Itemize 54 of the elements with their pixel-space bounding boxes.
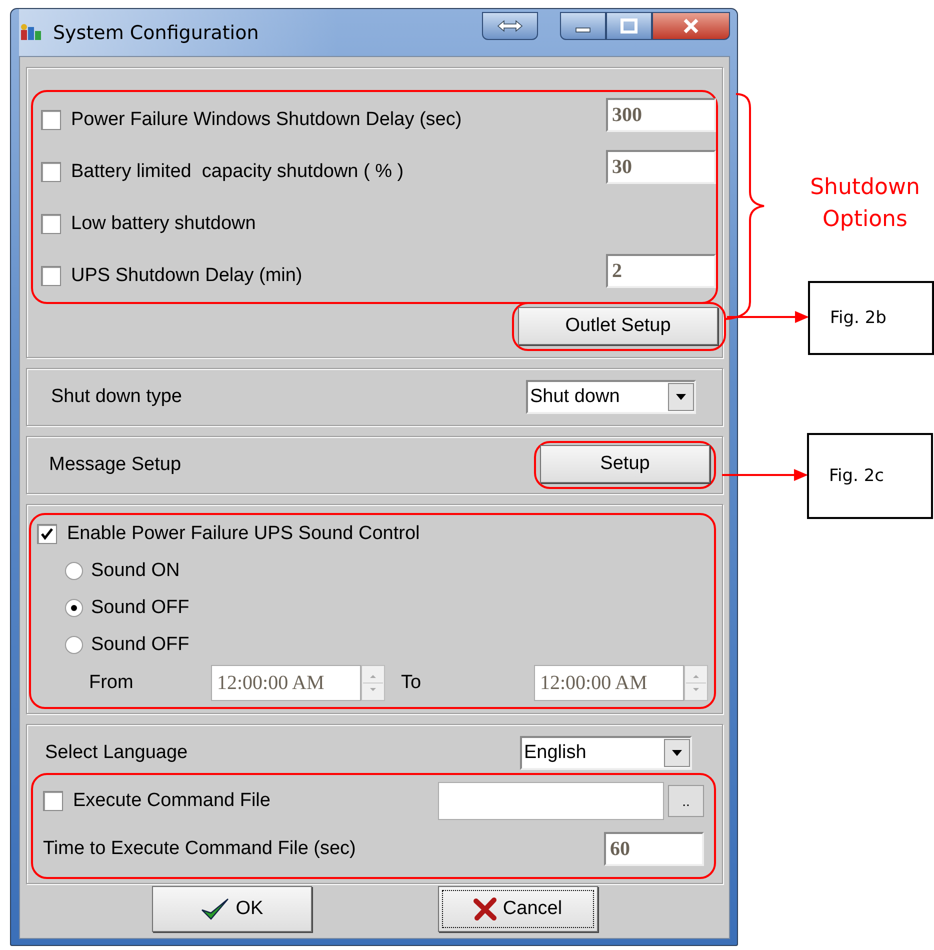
- shutdown-type-label: Shut down type: [51, 386, 182, 408]
- checkbox[interactable]: [41, 162, 61, 182]
- input-field[interactable]: 2: [606, 254, 716, 288]
- check-icon: [200, 896, 230, 922]
- option-label: UPS Shutdown Delay (min): [71, 265, 302, 287]
- option-label: Sound ON: [91, 560, 180, 582]
- double-arrow-icon: [495, 18, 525, 34]
- input-field[interactable]: 300: [606, 98, 716, 132]
- outlet-setup-button[interactable]: Outlet Setup: [518, 307, 718, 345]
- caret-icon: [664, 739, 690, 767]
- from-label: From: [88, 672, 134, 694]
- cancel-button[interactable]: Cancel: [438, 886, 598, 932]
- message-setup-label: Message Setup: [49, 454, 182, 476]
- figure-reference-box: Fig. 2c: [807, 433, 933, 519]
- caret-icon: [668, 383, 694, 411]
- annotation-label: Shutdown Options: [809, 174, 921, 234]
- checkbox[interactable]: [41, 214, 61, 234]
- language-label: Select Language: [45, 742, 188, 764]
- minimize-icon: [575, 26, 591, 32]
- ok-button[interactable]: OK: [152, 886, 312, 932]
- checkbox[interactable]: [41, 266, 61, 286]
- maximize-button[interactable]: [606, 12, 652, 40]
- radio-button[interactable]: [65, 636, 83, 654]
- input-field[interactable]: 30: [606, 150, 716, 184]
- checkbox[interactable]: [41, 110, 61, 130]
- checkbox[interactable]: [37, 524, 57, 544]
- time-field[interactable]: 12:00:00 AM: [534, 665, 684, 701]
- maximize-icon: [620, 18, 638, 34]
- option-label: Low battery shutdown: [71, 213, 256, 235]
- time-field[interactable]: 12:00:00 AM: [211, 665, 361, 701]
- option-label: Battery limited capacity shutdown ( % ): [71, 161, 404, 183]
- radio-button[interactable]: [65, 562, 83, 580]
- minimize-button[interactable]: [560, 12, 606, 40]
- checkbox[interactable]: [43, 791, 63, 811]
- radio-button[interactable]: [65, 598, 83, 616]
- input-field[interactable]: 60: [604, 832, 704, 866]
- option-label: Sound OFF: [91, 596, 190, 618]
- language-dropdown[interactable]: English: [520, 736, 692, 770]
- to-label: To: [401, 672, 422, 694]
- option-label: Enable Power Failure UPS Sound Control: [67, 522, 420, 544]
- option-label: Sound OFF: [91, 634, 190, 656]
- close-button[interactable]: [652, 12, 730, 40]
- option-label: Power Failure Windows Shutdown Delay (sec): [71, 109, 462, 131]
- option-label: Execute Command File: [73, 790, 270, 812]
- resize-button[interactable]: [482, 12, 538, 40]
- cross-icon: [472, 897, 497, 921]
- time-label: Time to Execute Command File (sec): [43, 838, 356, 860]
- close-icon: [681, 18, 701, 34]
- window-title: System Configuration: [53, 22, 259, 44]
- browse-button[interactable]: ..: [668, 785, 704, 817]
- figure-reference-box: Fig. 2b: [808, 281, 934, 355]
- shutdown-type-dropdown[interactable]: Shut down: [526, 380, 696, 414]
- file-path-field[interactable]: [438, 782, 664, 820]
- setup-button[interactable]: Setup: [540, 445, 710, 483]
